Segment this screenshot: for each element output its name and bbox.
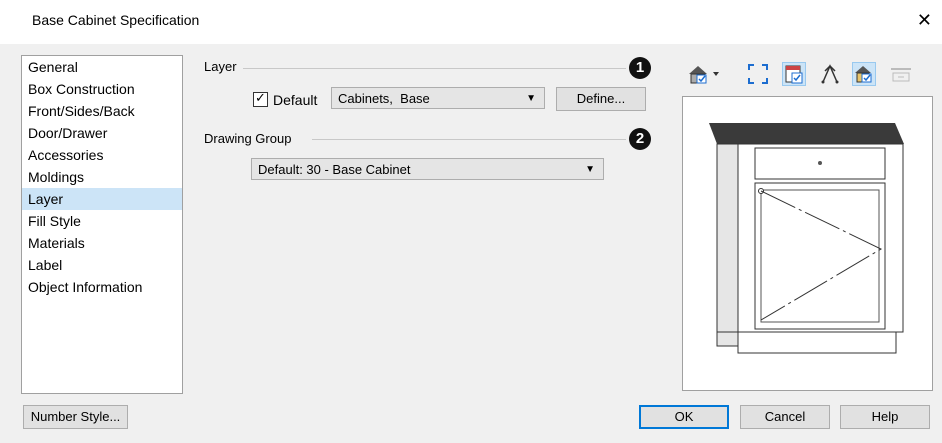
callout-1: 1 (629, 57, 651, 79)
layer-select[interactable]: Cabinets, Base ▼ (331, 87, 545, 109)
sidebar-item-layer[interactable]: Layer (22, 188, 182, 210)
sidebar-item-label[interactable]: Label (22, 254, 182, 276)
sidebar-item-materials[interactable]: Materials (22, 232, 182, 254)
cabinet-drawing (709, 123, 904, 354)
number-style-button[interactable]: Number Style... (23, 405, 128, 429)
fill-window-icon[interactable] (746, 62, 770, 86)
default-label: Default (273, 92, 318, 108)
sidebar-item-front-sides-back[interactable]: Front/Sides/Back (22, 100, 182, 122)
drawing-group-label: Drawing Group (204, 131, 298, 146)
chevron-down-icon: ▼ (585, 164, 595, 175)
chevron-down-icon: ▼ (526, 93, 536, 104)
ok-button[interactable]: OK (639, 405, 729, 429)
layer-group-line (240, 68, 626, 69)
refresh-icon[interactable] (889, 62, 913, 86)
cabinet-preview (682, 96, 933, 391)
sidebar-item-box-construction[interactable]: Box Construction (22, 78, 182, 100)
sidebar-item-moldings[interactable]: Moldings (22, 166, 182, 188)
sidebar-item-door-drawer[interactable]: Door/Drawer (22, 122, 182, 144)
drawing-group-select[interactable]: Default: 30 - Base Cabinet ▼ (251, 158, 604, 180)
define-button[interactable]: Define... (556, 87, 646, 111)
sidebar-item-fill-style[interactable]: Fill Style (22, 210, 182, 232)
callout-2: 2 (629, 128, 651, 150)
layer-group-label: Layer (204, 59, 243, 74)
title-bar: Base Cabinet Specification ✕ (0, 0, 942, 44)
sidebar-item-accessories[interactable]: Accessories (22, 144, 182, 166)
show-cabinet-icon[interactable] (782, 62, 806, 86)
close-icon[interactable]: ✕ (917, 10, 932, 31)
show-materials-icon[interactable] (852, 62, 876, 86)
layer-select-value: Cabinets, Base (338, 91, 430, 106)
show-handles-icon[interactable] (818, 62, 842, 86)
help-button[interactable]: Help (840, 405, 930, 429)
sidebar-item-object-information[interactable]: Object Information (22, 276, 182, 298)
check-icon: ✓ (255, 90, 266, 105)
cancel-button[interactable]: Cancel (740, 405, 830, 429)
sidebar-item-general[interactable]: General (22, 56, 182, 78)
category-list: General Box Construction Front/Sides/Bac… (21, 55, 183, 394)
drawing-group-select-value: Default: 30 - Base Cabinet (258, 162, 411, 177)
elevation-view-icon[interactable] (686, 62, 722, 86)
window-title: Base Cabinet Specification (32, 12, 200, 28)
default-checkbox[interactable]: ✓ (253, 90, 268, 107)
drawing-group-line (312, 139, 626, 140)
